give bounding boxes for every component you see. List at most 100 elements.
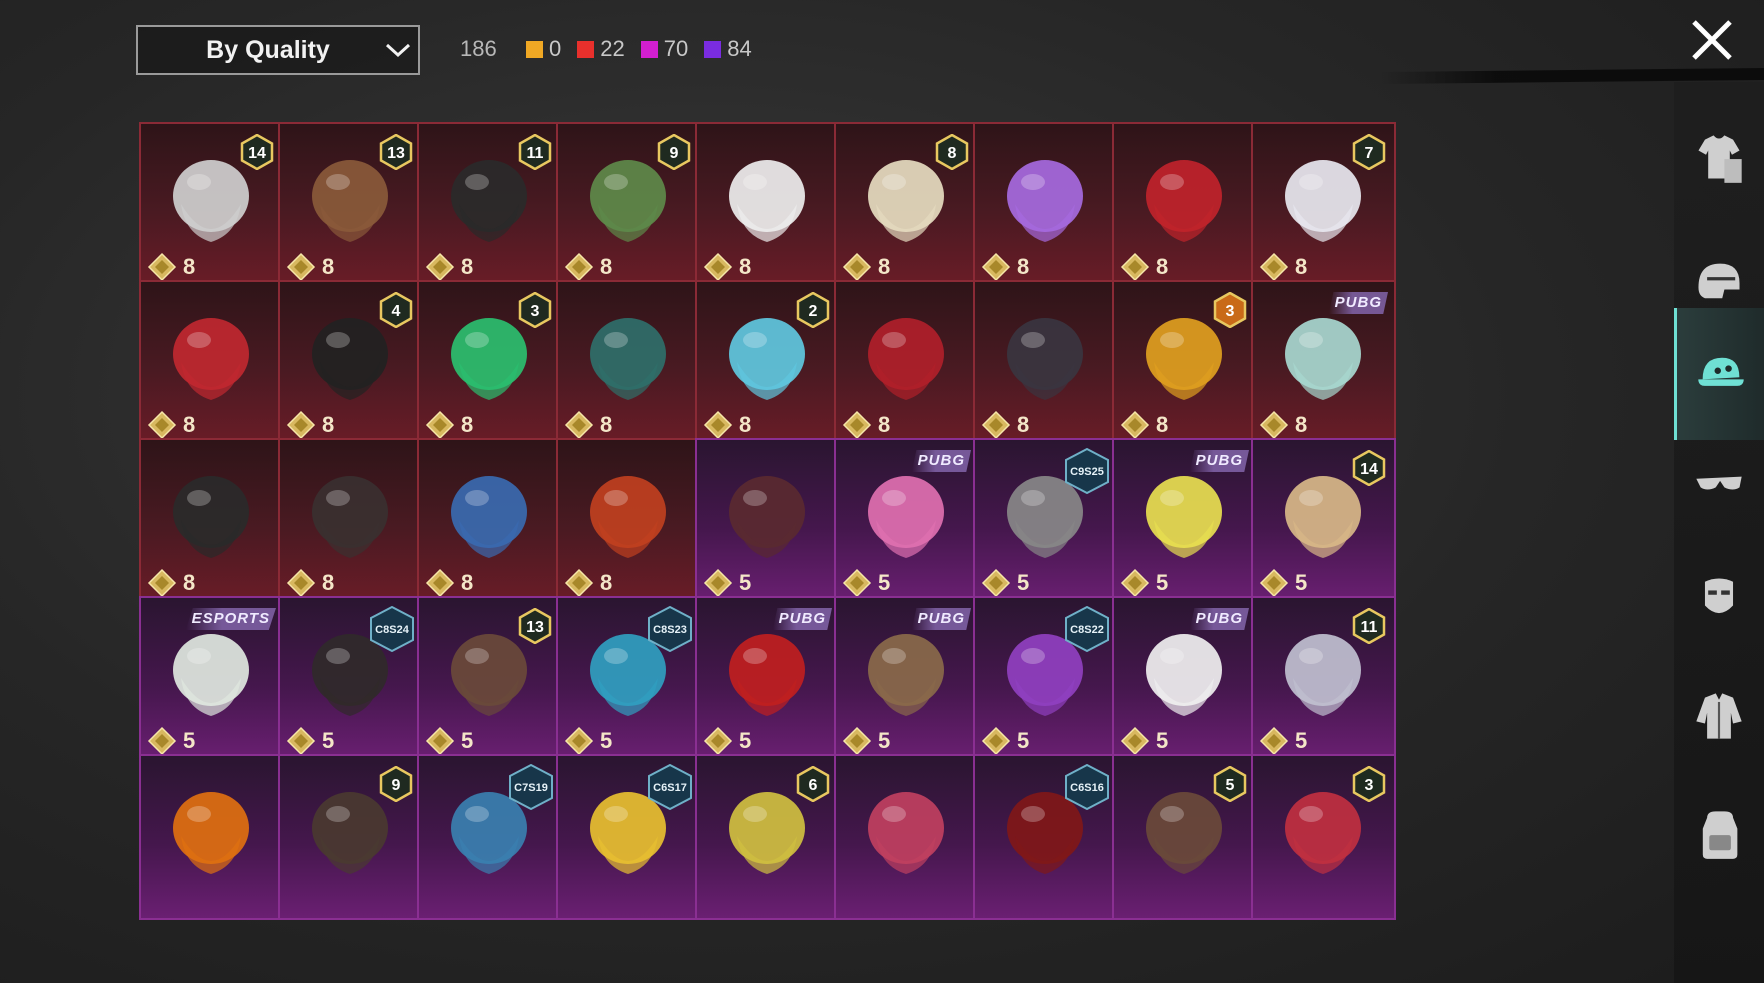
item-tile[interactable]: C8S24 5 — [278, 596, 423, 762]
item-tile[interactable]: 8 — [1112, 122, 1257, 288]
item-tile[interactable]: 38 — [417, 280, 562, 446]
season-tag: C8S22 — [1065, 606, 1109, 652]
item-tile[interactable]: 28 — [695, 280, 840, 446]
pubg-brand-tag: PUBG — [1189, 608, 1249, 630]
item-tile[interactable]: 98 — [556, 122, 701, 288]
item-tile[interactable]: 8 — [695, 122, 840, 288]
coupon-icon — [564, 568, 594, 598]
coupon-icon — [1259, 252, 1289, 282]
coupon-icon — [425, 568, 455, 598]
item-tile[interactable]: 3 — [1251, 754, 1396, 920]
season-tag: C7S19 — [509, 764, 553, 810]
item-cost: 5 — [286, 726, 334, 756]
item-cost-value: 8 — [1295, 254, 1308, 279]
coupon-icon — [703, 252, 733, 282]
item-tile[interactable]: 8 — [556, 438, 701, 604]
item-tile[interactable]: 14 8 — [139, 122, 284, 288]
item-tile[interactable]: C6S17 — [556, 754, 701, 920]
item-tile[interactable]: 9 — [278, 754, 423, 920]
item-tile[interactable]: 13 5 — [417, 596, 562, 762]
item-tile[interactable]: 8 — [556, 280, 701, 446]
item-cost: 8 — [981, 410, 1029, 440]
item-cost-value: 8 — [183, 412, 196, 437]
sort-dropdown[interactable]: By Quality — [136, 25, 420, 75]
season-tag: C6S17 — [648, 764, 692, 810]
quality-count-value: 0 — [549, 36, 562, 61]
item-cost-value: 5 — [461, 728, 474, 753]
item-tile[interactable]: C7S19 — [417, 754, 562, 920]
item-cost: 5 — [981, 568, 1029, 598]
season-tag-text: C8S24 — [375, 624, 410, 636]
item-cost-value: 5 — [322, 728, 335, 753]
level-badge: 3 — [1213, 292, 1247, 328]
item-tile[interactable]: 8 — [973, 280, 1118, 446]
item-tile[interactable]: 8 — [973, 122, 1118, 288]
item-cost-value: 5 — [1017, 570, 1030, 595]
category-sidebar — [1674, 82, 1764, 983]
level-badge: 7 — [1352, 134, 1386, 170]
season-tag-text: C6S17 — [653, 782, 687, 794]
item-tile[interactable]: 13 8 — [278, 122, 423, 288]
item-cost: 5 — [1259, 568, 1307, 598]
item-tile[interactable]: 11 5 — [1251, 596, 1396, 762]
item-cost-value: 5 — [739, 570, 752, 595]
coupon-icon — [286, 726, 316, 756]
item-tile[interactable]: PUBG 5 — [834, 596, 979, 762]
pubg-brand-tag: PUBG — [1189, 450, 1249, 472]
item-tile[interactable]: 5 — [1112, 754, 1257, 920]
category-tab[interactable] — [1674, 656, 1764, 776]
helmet-icon — [1698, 263, 1740, 299]
item-cost-value: 8 — [600, 254, 613, 279]
item-tile[interactable] — [834, 754, 979, 920]
svg-text:5: 5 — [1226, 777, 1235, 794]
item-tile[interactable]: PUBG 5 — [695, 596, 840, 762]
item-tile[interactable]: PUBG 8 — [1251, 280, 1396, 446]
item-tile[interactable]: 5 — [695, 438, 840, 604]
item-tile[interactable]: 14 5 — [1251, 438, 1396, 604]
item-tile[interactable]: 78 — [1251, 122, 1396, 288]
level-badge: 14 — [240, 134, 274, 170]
category-tab[interactable] — [1674, 774, 1764, 894]
jacket-icon — [1696, 693, 1742, 739]
coupon-icon — [564, 726, 594, 756]
category-tab[interactable] — [1674, 538, 1764, 658]
item-cost: 8 — [703, 410, 751, 440]
item-tile[interactable]: PUBG 5 — [1112, 596, 1257, 762]
svg-text:13: 13 — [526, 619, 544, 636]
coupon-icon — [981, 726, 1011, 756]
item-tile[interactable]: C6S16 — [973, 754, 1118, 920]
item-tile[interactable]: 48 — [278, 280, 423, 446]
item-tile[interactable]: 8 — [278, 438, 423, 604]
level-badge: 9 — [379, 766, 413, 802]
quality-count: 0 — [526, 36, 561, 62]
item-tile[interactable]: 38 — [1112, 280, 1257, 446]
close-button[interactable] — [1688, 16, 1736, 64]
item-tile[interactable]: PUBG 5 — [834, 438, 979, 604]
category-tab[interactable] — [1674, 422, 1764, 542]
category-tab[interactable] — [1674, 308, 1764, 440]
item-tile[interactable]: 11 8 — [417, 122, 562, 288]
item-tile[interactable]: 8 — [139, 438, 284, 604]
item-tile[interactable]: 88 — [834, 122, 979, 288]
item-tile[interactable] — [139, 754, 284, 920]
item-tile[interactable]: ESPORTS 5 — [139, 596, 284, 762]
item-tile[interactable]: C8S23 5 — [556, 596, 701, 762]
item-tile[interactable]: 8 — [834, 280, 979, 446]
close-icon — [1692, 20, 1732, 60]
item-tile[interactable]: C9S25 5 — [973, 438, 1118, 604]
svg-text:2: 2 — [809, 303, 818, 320]
item-cost: 5 — [1120, 568, 1168, 598]
coupon-icon — [147, 568, 177, 598]
coupon-icon — [703, 410, 733, 440]
coupon-icon — [842, 252, 872, 282]
category-tab[interactable] — [1674, 98, 1764, 218]
pubg-brand-tag: PUBG — [911, 450, 971, 472]
item-tile[interactable]: PUBG 5 — [1112, 438, 1257, 604]
item-tile[interactable]: C8S22 5 — [973, 596, 1118, 762]
svg-text:3: 3 — [1365, 777, 1374, 794]
item-cost: 5 — [1120, 726, 1168, 756]
item-tile[interactable]: 8 — [417, 438, 562, 604]
item-tile[interactable]: 6 — [695, 754, 840, 920]
item-cost: 8 — [286, 568, 334, 598]
item-tile[interactable]: 8 — [139, 280, 284, 446]
